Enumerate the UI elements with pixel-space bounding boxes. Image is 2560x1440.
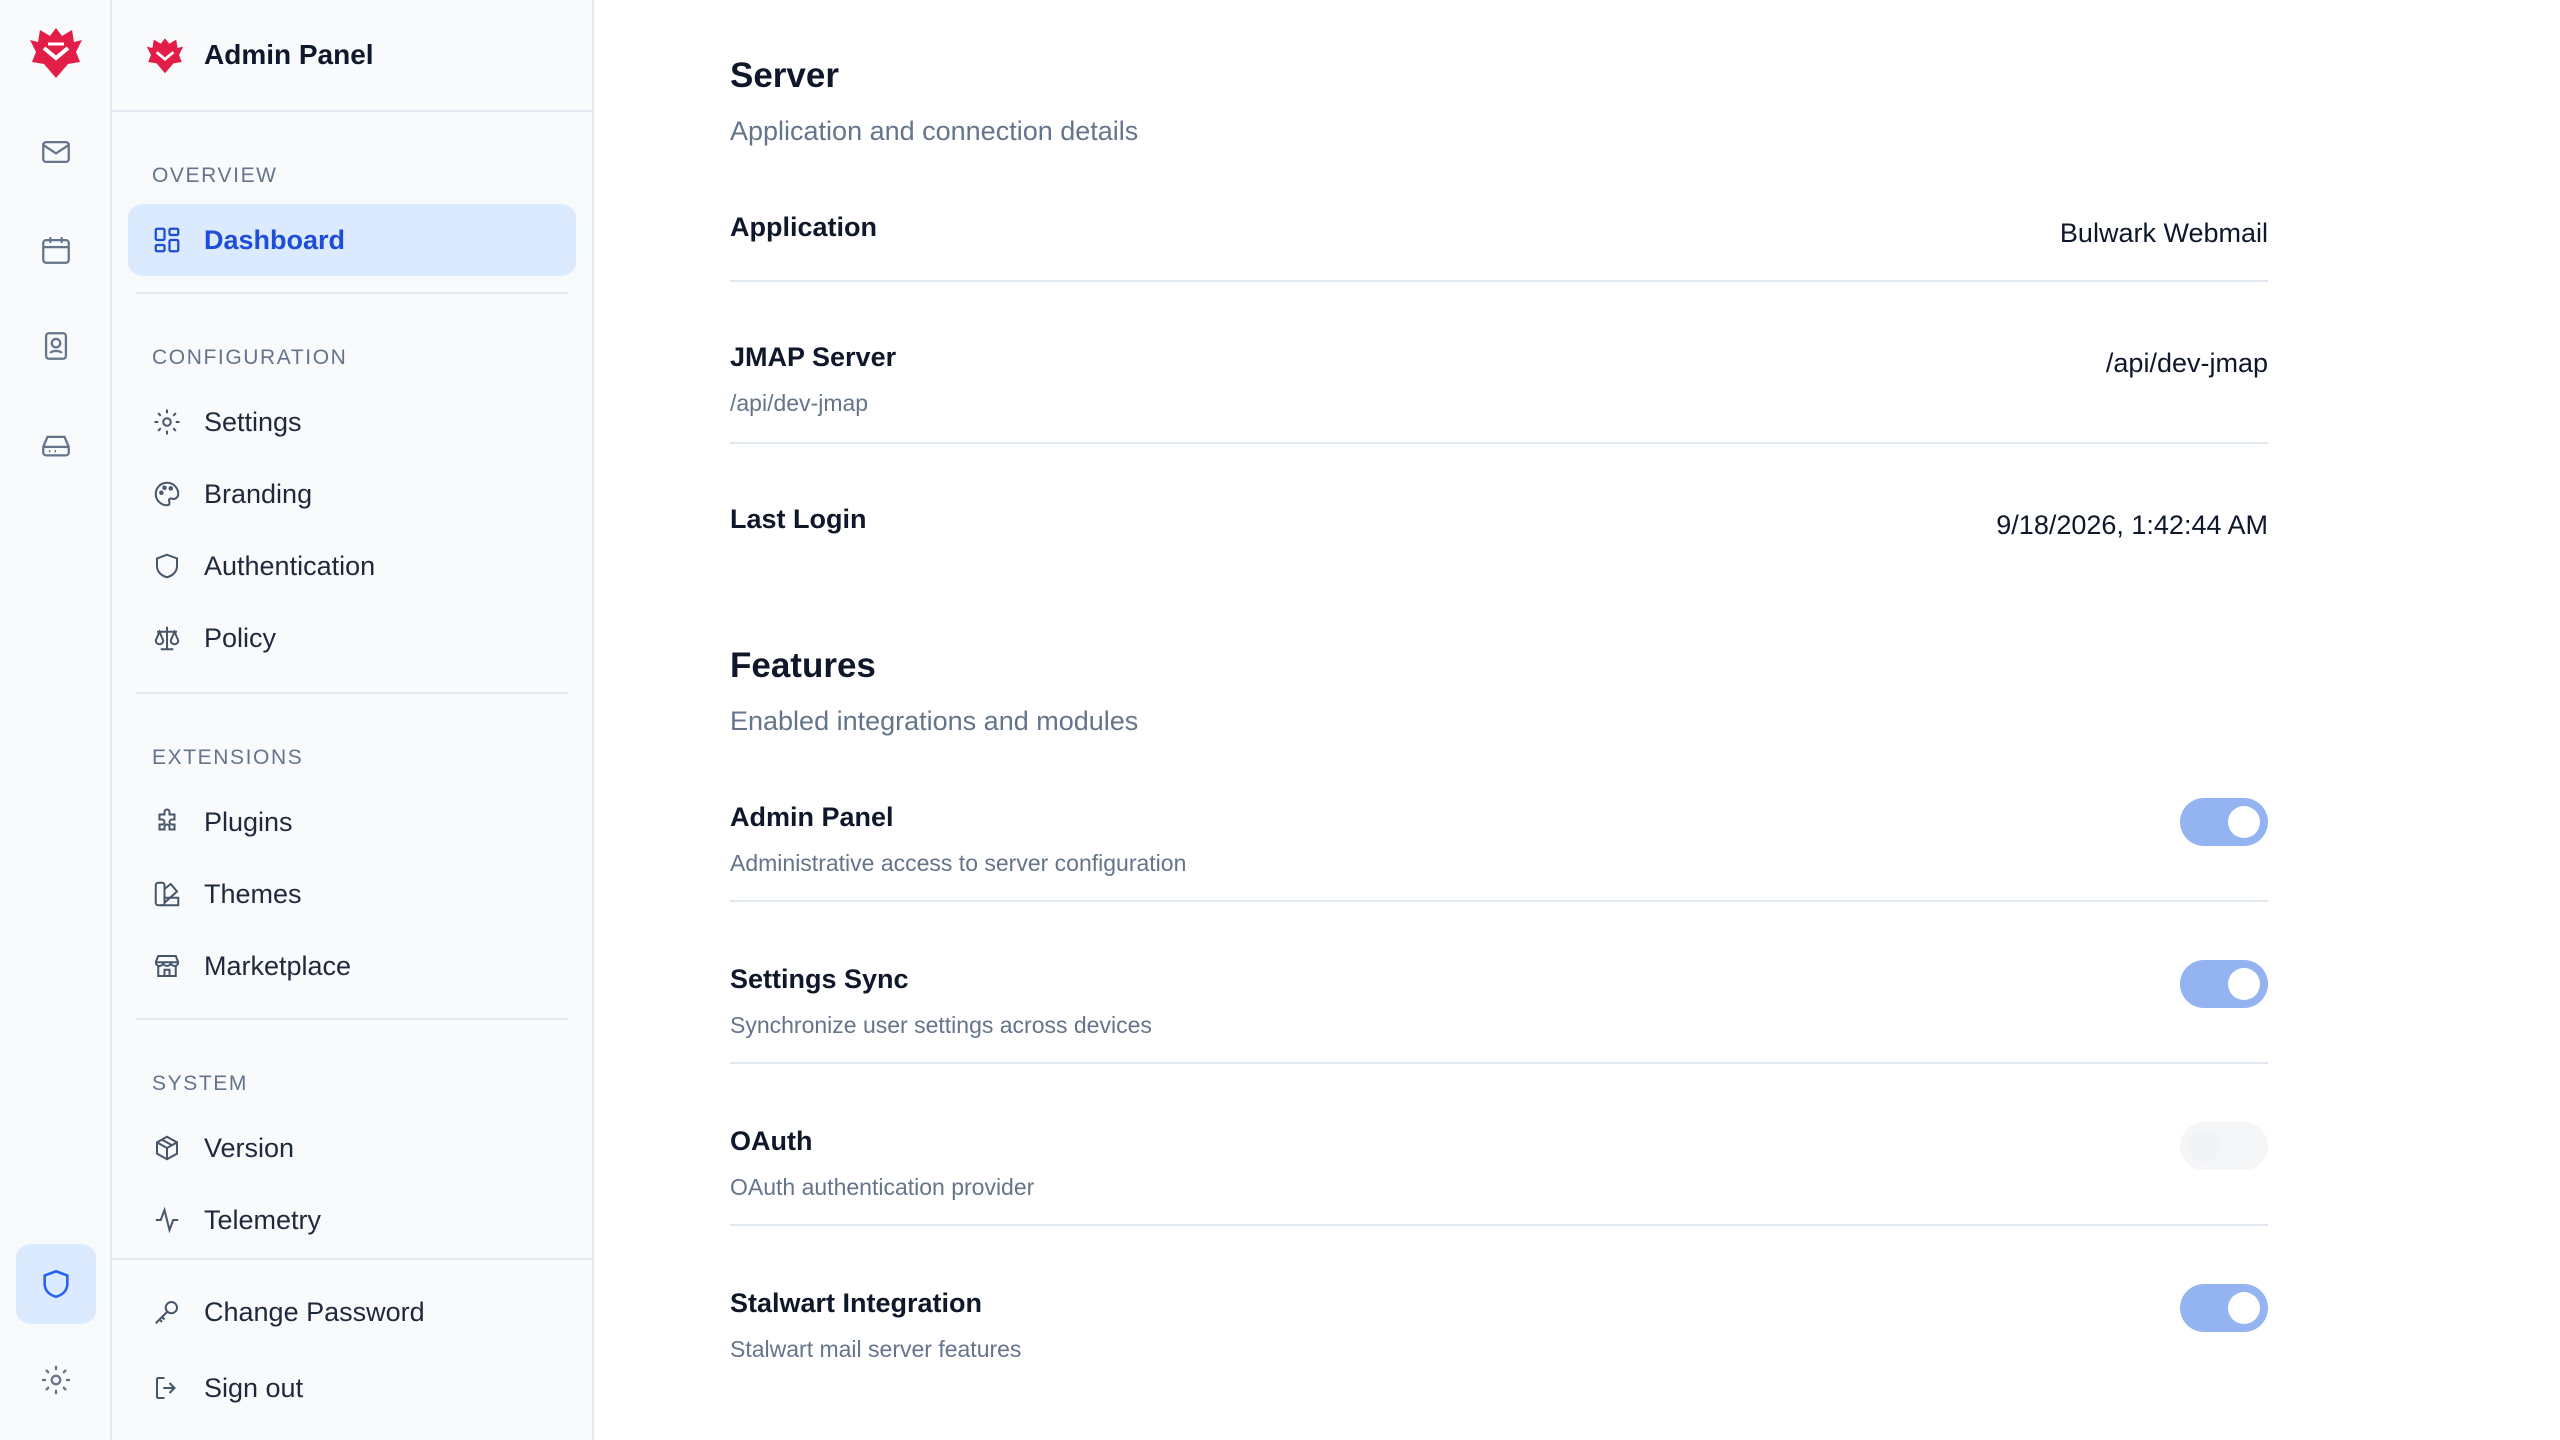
sidebar-header: Admin Panel <box>112 0 592 112</box>
app-title: Admin Panel <box>204 39 374 70</box>
server-row-last-login: Last Login 9/18/2026, 1:42:44 AM <box>730 444 2268 564</box>
row-label: JMAP Server <box>730 342 897 372</box>
feature-row-admin-panel: Admin Panel Administrative access to ser… <box>730 780 2268 902</box>
sidebar-item-version[interactable]: Version <box>128 1112 576 1184</box>
rail-settings-button[interactable] <box>16 1340 96 1420</box>
settings-sync-toggle[interactable] <box>2180 960 2268 1008</box>
row-value: /api/dev-jmap <box>2105 348 2268 378</box>
mail-icon <box>42 140 70 164</box>
sidebar-item-label: Policy <box>204 622 277 653</box>
scale-icon <box>154 626 180 651</box>
store-icon <box>154 955 180 977</box>
row-label: Application <box>730 212 877 242</box>
feature-row-settings-sync: Settings Sync Synchronize user settings … <box>730 902 2268 1064</box>
palette-icon <box>154 481 180 507</box>
sidebar-item-branding[interactable]: Branding <box>128 458 576 530</box>
shield-icon <box>43 1269 69 1299</box>
sidebar-item-label: Marketplace <box>204 950 352 981</box>
brand-logo-icon <box>146 38 184 74</box>
rail-storage-button[interactable] <box>16 404 96 484</box>
row-label: Stalwart Integration <box>730 1288 983 1318</box>
puzzle-icon <box>158 808 176 831</box>
row-label: Last Login <box>730 504 867 534</box>
inbox-drive-icon <box>42 435 70 457</box>
package-icon <box>156 1135 178 1161</box>
sidebar-item-label: Authentication <box>204 550 376 581</box>
calendar-icon <box>42 237 70 264</box>
server-row-application: Application Bulwark Webmail <box>730 200 2268 282</box>
rail-mail-button[interactable] <box>16 112 96 192</box>
section-label-system: SYSTEM <box>152 1072 248 1095</box>
sidebar-item-policy[interactable]: Policy <box>128 602 576 674</box>
features-section-title: Features <box>730 646 876 685</box>
row-desc: Administrative access to server configur… <box>730 850 1187 876</box>
section-label-extensions: EXTENSIONS <box>152 746 304 769</box>
icon-rail <box>0 0 112 1440</box>
rail-admin-button[interactable] <box>16 1244 96 1324</box>
sidebar-item-marketplace[interactable]: Marketplace <box>128 930 576 1002</box>
change-password-button[interactable]: Change Password <box>128 1276 576 1348</box>
server-section-subtitle: Application and connection details <box>730 116 1139 146</box>
row-value: Bulwark Webmail <box>2059 218 2268 248</box>
sidebar-item-label: Telemetry <box>204 1204 322 1235</box>
row-label: Admin Panel <box>730 802 894 832</box>
main-content: Server Application and connection detail… <box>594 0 2560 1440</box>
row-desc: Stalwart mail server features <box>730 1336 1022 1362</box>
sidebar-item-dashboard[interactable]: Dashboard <box>128 204 576 276</box>
feature-row-stalwart: Stalwart Integration Stalwart mail serve… <box>730 1226 2268 1388</box>
sidebar-item-label: Dashboard <box>204 224 346 255</box>
sign-out-label: Sign out <box>204 1372 304 1403</box>
brand-logo-icon[interactable] <box>26 22 86 82</box>
sign-out-button[interactable]: Sign out <box>128 1352 576 1424</box>
toggle-knob <box>2188 1130 2220 1162</box>
sidebar-item-label: Branding <box>204 478 313 509</box>
shield-icon <box>156 553 178 579</box>
sidebar-item-label: Settings <box>204 406 302 437</box>
change-password-label: Change Password <box>204 1296 425 1327</box>
row-desc: OAuth authentication provider <box>730 1174 1035 1200</box>
divider <box>136 692 568 694</box>
row-desc: /api/dev-jmap <box>730 390 869 416</box>
sidebar-footer-divider <box>112 1258 592 1260</box>
contacts-icon <box>44 332 68 360</box>
toggle-knob <box>2228 806 2260 838</box>
dashboard-icon <box>154 227 180 253</box>
divider <box>136 292 568 294</box>
key-icon <box>155 1301 178 1324</box>
sidebar-item-label: Plugins <box>204 806 293 837</box>
sidebar-item-themes[interactable]: Themes <box>128 858 576 930</box>
divider <box>136 1018 568 1020</box>
server-section-title: Server <box>730 56 839 95</box>
section-label-configuration: CONFIGURATION <box>152 346 348 369</box>
admin-panel-toggle[interactable] <box>2180 798 2268 846</box>
swatch-icon <box>154 881 180 907</box>
sidebar-item-telemetry[interactable]: Telemetry <box>128 1184 576 1256</box>
rail-calendar-button[interactable] <box>16 210 96 290</box>
oauth-toggle[interactable] <box>2180 1122 2268 1170</box>
stalwart-integration-toggle[interactable] <box>2180 1284 2268 1332</box>
row-label: Settings Sync <box>730 964 909 994</box>
toggle-knob <box>2228 968 2260 1000</box>
features-section-subtitle: Enabled integrations and modules <box>730 706 1139 736</box>
sidebar-item-plugins[interactable]: Plugins <box>128 786 576 858</box>
row-label: OAuth <box>730 1126 813 1156</box>
sidebar-item-authentication[interactable]: Authentication <box>128 530 576 602</box>
toggle-knob <box>2228 1292 2260 1324</box>
sign-out-icon <box>156 1377 176 1399</box>
gear-icon <box>41 1365 71 1395</box>
gear-icon <box>154 409 180 435</box>
server-row-jmap: JMAP Server /api/dev-jmap /api/dev-jmap <box>730 282 2268 444</box>
rail-contacts-button[interactable] <box>16 306 96 386</box>
feature-row-oauth: OAuth OAuth authentication provider <box>730 1064 2268 1226</box>
row-desc: Synchronize user settings across devices <box>730 1012 1152 1038</box>
sidebar-item-settings[interactable]: Settings <box>128 386 576 458</box>
section-label-overview: OVERVIEW <box>152 164 278 187</box>
admin-sidebar: Admin Panel OVERVIEW Dashboard CONFIGURA… <box>112 0 594 1440</box>
sidebar-item-label: Themes <box>204 878 302 909</box>
row-value: 9/18/2026, 1:42:44 AM <box>1996 510 2268 540</box>
sidebar-item-label: Version <box>204 1132 295 1163</box>
activity-icon <box>155 1206 179 1234</box>
